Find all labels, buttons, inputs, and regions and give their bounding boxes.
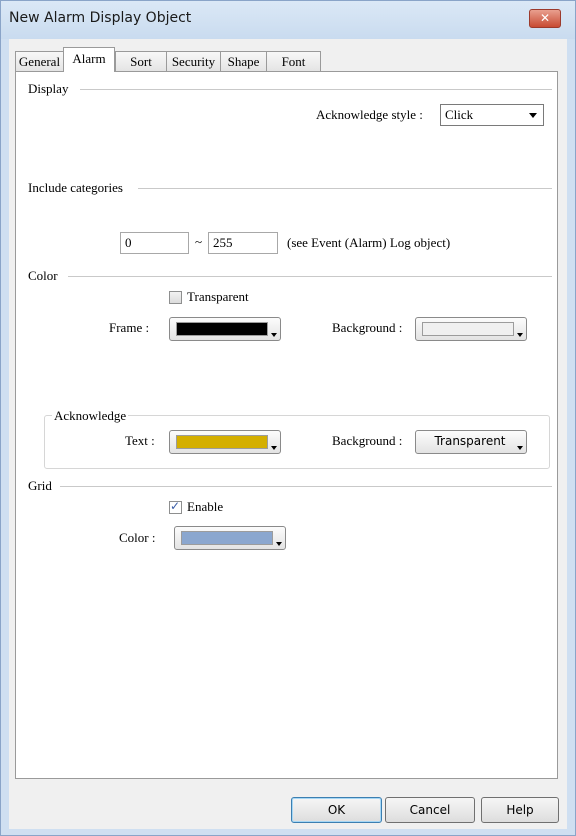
background-color-label: Background :: [332, 320, 403, 335]
close-icon: ✕: [539, 11, 551, 25]
alarm-tab-panel: Display Acknowledge style : Click Includ…: [15, 71, 558, 779]
category-range-separator: ~: [195, 234, 203, 249]
close-button[interactable]: ✕: [529, 9, 561, 28]
frame-color-swatch: [176, 322, 268, 336]
tab-sort[interactable]: Sort: [115, 51, 167, 71]
display-group-divider: [80, 89, 552, 90]
title-bar: New Alarm Display Object ✕: [1, 1, 575, 39]
grid-color-picker[interactable]: [174, 526, 286, 550]
ack-style-label: Acknowledge style :: [316, 107, 423, 122]
ack-style-value: Click: [445, 107, 474, 122]
window-title: New Alarm Display Object: [9, 10, 192, 26]
grid-color-swatch: [181, 531, 273, 545]
tab-security[interactable]: Security: [166, 51, 221, 71]
dropdown-arrow-icon: [517, 446, 523, 450]
checkmark-icon: ✓: [170, 499, 181, 513]
acknowledge-group-label: Acknowledge: [52, 408, 129, 424]
ack-background-value: Transparent: [434, 434, 506, 448]
dropdown-arrow-icon: [271, 333, 277, 337]
cancel-button[interactable]: Cancel: [385, 797, 475, 823]
ack-text-color-picker[interactable]: [169, 430, 281, 454]
dialog-client: General Alarm Sort Security Shape Font D…: [9, 39, 567, 829]
grid-enable-label: Enable: [187, 499, 224, 514]
tab-alarm[interactable]: Alarm: [63, 47, 115, 72]
category-to-input[interactable]: 255: [208, 232, 278, 254]
category-from-input[interactable]: 0: [120, 232, 189, 254]
color-group-label: Color: [28, 268, 58, 283]
ack-background-label: Background :: [332, 433, 403, 448]
dropdown-arrow-icon: [276, 542, 282, 546]
chevron-down-icon: [529, 113, 537, 118]
tab-font[interactable]: Font: [266, 51, 321, 71]
ack-text-color-swatch: [176, 435, 268, 449]
category-from-value: 0: [125, 235, 132, 250]
ack-background-picker[interactable]: Transparent: [415, 430, 527, 454]
frame-color-picker[interactable]: [169, 317, 281, 341]
ack-text-color-label: Text :: [125, 433, 155, 448]
category-note: (see Event (Alarm) Log object): [287, 235, 451, 250]
background-color-swatch: [422, 322, 514, 336]
tab-general[interactable]: General: [15, 51, 64, 71]
grid-color-label: Color :: [119, 530, 156, 545]
ok-button[interactable]: OK: [291, 797, 382, 823]
dialog-window: New Alarm Display Object ✕ General Alarm…: [0, 0, 576, 836]
category-to-value: 255: [213, 235, 233, 250]
transparent-checkbox[interactable]: [169, 291, 182, 304]
dropdown-arrow-icon: [271, 446, 277, 450]
grid-group-label: Grid: [28, 478, 52, 493]
tab-shape[interactable]: Shape: [220, 51, 267, 71]
dropdown-arrow-icon: [517, 333, 523, 337]
grid-group-divider: [60, 486, 552, 487]
help-button[interactable]: Help: [481, 797, 559, 823]
frame-color-label: Frame :: [109, 320, 150, 335]
display-group-label: Display: [28, 81, 69, 96]
grid-enable-checkbox[interactable]: ✓: [169, 499, 182, 514]
background-color-picker[interactable]: [415, 317, 527, 341]
transparent-label: Transparent: [187, 289, 249, 304]
categories-group-divider: [138, 188, 552, 189]
color-group-divider: [68, 276, 552, 277]
ack-style-select[interactable]: Click: [440, 104, 544, 126]
categories-group-label: Include categories: [28, 180, 123, 195]
